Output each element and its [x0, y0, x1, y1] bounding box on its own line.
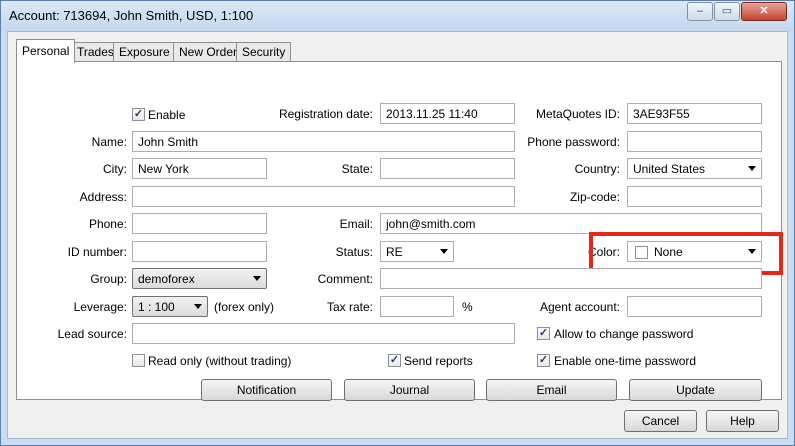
window-title: Account: 713694, John Smith, USD, 1:100	[9, 8, 254, 23]
status-select[interactable]: RE	[380, 241, 454, 262]
send-reports-label: Send reports	[404, 354, 473, 368]
metaquotes-id-label: MetaQuotes ID:	[535, 107, 620, 121]
city-label: City:	[103, 162, 127, 176]
country-value: United States	[633, 162, 706, 176]
name-label: Name:	[91, 135, 127, 149]
allow-change-password-label: Allow to change password	[554, 327, 694, 341]
dialog-body: Personal Trades Exposure New Order Secur…	[7, 31, 788, 439]
country-label: Country:	[574, 162, 620, 176]
phone-password-label: Phone password:	[527, 135, 620, 149]
leverage-label: Leverage:	[73, 300, 127, 314]
email-label: Email:	[339, 217, 373, 231]
tab-new-order[interactable]: New Order	[173, 42, 244, 62]
address-field[interactable]	[132, 186, 515, 207]
phone-field[interactable]	[132, 213, 267, 234]
personal-panel: ✓ Enable Registration date: 2013.11.25 1…	[16, 61, 783, 401]
group-label: Group:	[90, 272, 127, 286]
enable-checkbox[interactable]: ✓	[132, 108, 145, 121]
maximize-button[interactable]: ▭	[714, 2, 740, 21]
city-field[interactable]: New York	[132, 158, 267, 179]
read-only-checkbox[interactable]	[132, 354, 145, 367]
status-value: RE	[386, 245, 403, 259]
send-reports-checkbox[interactable]: ✓	[388, 354, 401, 367]
tab-security[interactable]: Security	[236, 42, 292, 62]
leverage-select[interactable]: 1 : 100	[132, 296, 208, 317]
state-label: State:	[341, 162, 373, 176]
metaquotes-id-field[interactable]: 3AE93F55	[627, 103, 762, 124]
notification-button[interactable]: Notification	[201, 379, 332, 401]
registration-date-label: Registration date:	[278, 107, 373, 121]
allow-change-password-checkbox[interactable]: ✓	[537, 327, 550, 340]
leverage-value: 1 : 100	[138, 300, 175, 314]
chevron-down-icon	[194, 304, 202, 309]
registration-date-field[interactable]: 2013.11.25 11:40	[380, 103, 515, 124]
lead-source-label: Lead source:	[57, 327, 127, 341]
comment-field[interactable]	[380, 268, 762, 289]
country-select[interactable]: United States	[627, 158, 762, 179]
tax-rate-field[interactable]	[380, 296, 454, 317]
tax-rate-unit: %	[462, 300, 473, 314]
agent-account-field[interactable]	[627, 296, 762, 317]
id-number-label: ID number:	[67, 245, 127, 259]
enable-otp-checkbox[interactable]: ✓	[537, 354, 550, 367]
name-field[interactable]: John Smith	[132, 131, 515, 152]
phone-password-field[interactable]	[627, 131, 762, 152]
help-button[interactable]: Help	[706, 410, 779, 432]
journal-button[interactable]: Journal	[344, 379, 475, 401]
cancel-button[interactable]: Cancel	[624, 410, 697, 432]
id-number-field[interactable]	[132, 241, 267, 262]
title-bar: Account: 713694, John Smith, USD, 1:100 …	[1, 1, 794, 31]
group-select[interactable]: demoforex	[132, 268, 267, 289]
zip-code-label: Zip-code:	[569, 190, 620, 204]
enable-otp-label: Enable one-time password	[554, 354, 697, 368]
tax-rate-label: Tax rate:	[326, 300, 373, 314]
email-field[interactable]: john@smith.com	[380, 213, 762, 234]
comment-label: Comment:	[317, 272, 373, 286]
address-label: Address:	[79, 190, 127, 204]
tab-exposure[interactable]: Exposure	[113, 42, 176, 62]
leverage-note: (forex only)	[214, 300, 275, 314]
group-value: demoforex	[138, 272, 195, 286]
status-label: Status:	[335, 245, 373, 259]
phone-label: Phone:	[88, 217, 127, 231]
update-button[interactable]: Update	[629, 379, 762, 401]
tab-personal[interactable]: Personal	[16, 39, 76, 63]
lead-source-field[interactable]	[132, 323, 515, 344]
chevron-down-icon	[748, 166, 756, 171]
state-field[interactable]	[380, 158, 515, 179]
read-only-label: Read only (without trading)	[148, 354, 292, 368]
agent-account-label: Agent account:	[539, 300, 620, 314]
zip-code-field[interactable]	[627, 186, 762, 207]
chevron-down-icon	[440, 249, 448, 254]
chevron-down-icon	[253, 276, 261, 281]
minimize-button[interactable]: –	[687, 2, 713, 21]
close-button[interactable]: ✕	[741, 2, 787, 21]
email-button[interactable]: Email	[486, 379, 617, 401]
enable-label: Enable	[148, 108, 186, 122]
account-dialog: Account: 713694, John Smith, USD, 1:100 …	[0, 0, 795, 446]
